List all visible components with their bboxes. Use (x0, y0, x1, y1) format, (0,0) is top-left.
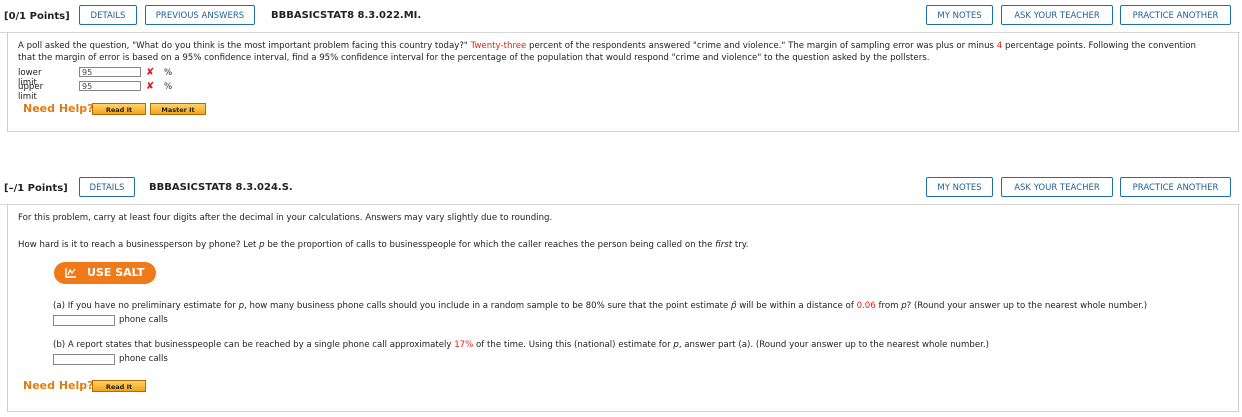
previous-answers-button[interactable]: PREVIOUS ANSWERS (145, 5, 255, 25)
upper-limit-input[interactable]: 95 (79, 81, 141, 91)
part-a-text: (a) If you have no preliminary estimate … (53, 301, 1147, 312)
question-id: BBBASICSTAT8 8.3.022.MI. (271, 10, 422, 21)
part-b-answer-input[interactable] (53, 354, 115, 365)
text-segment: (a) If you have no preliminary estimate … (53, 301, 239, 311)
read-it-button[interactable]: Read It (92, 103, 146, 115)
points-label: [0/1 Points] (4, 11, 70, 22)
points-label: [–/1 Points] (4, 183, 68, 194)
question-text: A poll asked the question, "What do you … (18, 41, 1196, 52)
upper-limit-label: upper limit (18, 82, 44, 102)
use-salt-button[interactable]: USE SALT (54, 262, 156, 284)
emphasis-text: first (715, 240, 733, 250)
details-button[interactable]: DETAILS (79, 5, 137, 25)
instructions-text: For this problem, carry at least four di… (18, 213, 553, 223)
question-2-header: [–/1 Points] DETAILS BBBASICSTAT8 8.3.02… (0, 172, 1240, 205)
question-id: BBBASICSTAT8 8.3.024.S. (149, 182, 293, 193)
my-notes-button[interactable]: MY NOTES (926, 5, 993, 25)
part-b-text: (b) A report states that businesspeople … (53, 340, 989, 351)
given-value: 17% (454, 340, 474, 350)
text-segment: be the proportion of calls to businesspe… (264, 240, 716, 250)
question-text-line-2: that the margin of error is based on a 9… (18, 53, 930, 63)
incorrect-icon: ✘ (146, 67, 155, 78)
question-text: How hard is it to reach a businessperson… (18, 240, 748, 251)
need-help-label: Need Help? (23, 102, 94, 115)
text-segment: from (875, 301, 902, 311)
practice-another-button[interactable]: PRACTICE ANOTHER (1120, 177, 1231, 197)
details-button[interactable]: DETAILS (79, 177, 135, 197)
part-a-unit: phone calls (119, 315, 168, 325)
text-segment: of the time. Using this (national) estim… (473, 340, 674, 350)
text-segment: , answer part (a). (Round your answer up… (678, 340, 989, 350)
percent-unit: % (164, 82, 173, 92)
text-segment: try. (732, 240, 749, 250)
text-segment: (b) A report states that businesspeople … (53, 340, 455, 350)
master-it-button[interactable]: Master It (150, 103, 206, 115)
use-salt-label: USE SALT (87, 266, 145, 279)
lower-limit-input[interactable]: 95 (79, 67, 141, 77)
incorrect-icon: ✘ (146, 81, 155, 92)
salt-chart-icon (65, 268, 76, 278)
text-segment: , how many business phone calls should y… (244, 301, 732, 311)
part-a-answer-input[interactable] (53, 315, 115, 326)
practice-another-button[interactable]: PRACTICE ANOTHER (1120, 5, 1231, 25)
given-value: Twenty-three (470, 41, 527, 51)
question-1-header: [0/1 Points] DETAILS PREVIOUS ANSWERS BB… (0, 0, 1240, 33)
text-segment: percent of the respondents answered "cri… (526, 41, 997, 51)
given-value: 0.06 (856, 301, 876, 311)
text-segment: A poll asked the question, "What do you … (18, 41, 471, 51)
text-segment: ? (Round your answer up to the nearest w… (906, 301, 1148, 311)
my-notes-button[interactable]: MY NOTES (926, 177, 993, 197)
text-segment: will be within a distance of (736, 301, 857, 311)
part-b-unit: phone calls (119, 354, 168, 364)
ask-your-teacher-button[interactable]: ASK YOUR TEACHER (1001, 5, 1113, 25)
read-it-button[interactable]: Read It (92, 380, 146, 392)
percent-unit: % (164, 68, 173, 78)
text-segment: How hard is it to reach a businessperson… (18, 240, 260, 250)
text-segment: percentage points. Following the convent… (1002, 41, 1196, 51)
need-help-label: Need Help? (23, 379, 94, 392)
ask-your-teacher-button[interactable]: ASK YOUR TEACHER (1001, 177, 1113, 197)
